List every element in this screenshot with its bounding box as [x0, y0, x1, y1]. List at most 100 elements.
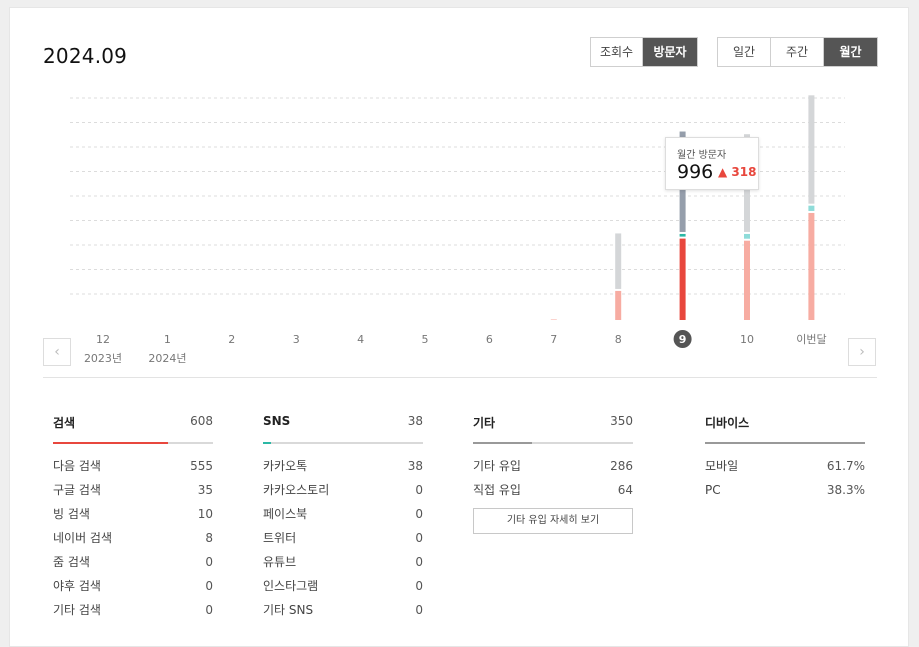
x-tick-label: 2: [228, 333, 235, 346]
stats-row: 카카오스토리 0: [263, 482, 423, 506]
x-tick-label: 3: [293, 333, 300, 346]
other-inflow-detail-button[interactable]: 기타 유입 자세히 보기: [473, 508, 633, 534]
tooltip-delta-value: 318: [731, 165, 757, 179]
chart-bar: [550, 319, 557, 320]
stats-search-title: 검색: [53, 416, 76, 430]
stats-row: 다음 검색 555: [53, 458, 213, 482]
stats-row: 네이버 검색 8: [53, 530, 213, 554]
stats-row-label: 기타 SNS: [263, 603, 314, 617]
stats-row-label: 다음 검색: [53, 459, 101, 473]
x-year-label: 2024년: [148, 352, 186, 365]
x-tick-label: 8: [615, 333, 622, 346]
stats-row: 직접 유입 64: [473, 482, 633, 506]
stats-row-label: 페이스북: [263, 507, 308, 521]
x-tick-label: 7: [550, 333, 557, 346]
stats-search: 검색 608 다음 검색 555 구글 검색 35 빙 검색 10 네이버 검색 8 줌…: [53, 414, 213, 626]
stats-row: 빙 검색 10: [53, 506, 213, 530]
tooltip-label: 월간 방문자: [677, 150, 727, 161]
stats-row-label: 모바일: [705, 459, 739, 473]
stats-row-value: 0: [205, 579, 213, 593]
stats-row: PC 38.3%: [705, 482, 865, 506]
stats-row-label: 빙 검색: [53, 507, 90, 521]
stats-row-label: 기타 유입: [473, 459, 521, 473]
stats-row: 인스타그램 0: [263, 578, 423, 602]
x-tick-label: 이번달: [796, 333, 826, 346]
chart-bar: [744, 233, 750, 239]
stats-row-value: 0: [205, 603, 213, 617]
stats-row-label: 카카오스토리: [263, 483, 330, 497]
stats-row-value: 61.7%: [826, 459, 865, 473]
stats-row-label: 유튜브: [263, 555, 297, 569]
x-year-label: 2023년: [84, 352, 122, 365]
stats-row: 구글 검색 35: [53, 482, 213, 506]
stats-row: 기타 유입 286: [473, 458, 633, 482]
stats-row: 유튜브 0: [263, 554, 423, 578]
stats-row-value: 38.3%: [826, 483, 865, 497]
stats-row-value: 0: [415, 483, 423, 497]
stats-device-bar-fill: [705, 442, 865, 444]
stats-other-title: 기타: [473, 416, 496, 430]
chart-bar: [744, 240, 750, 320]
stats-device-title: 디바이스: [705, 416, 750, 430]
stats-search-total: 608: [190, 414, 213, 428]
x-tick-label: 12: [96, 333, 110, 346]
stats-sns: SNS 38 카카오톡 38 카카오스토리 0 페이스북 0 트위터 0 유튜브 0 인스…: [263, 414, 423, 626]
stats-row-value: 0: [415, 555, 423, 569]
x-tick-label: 10: [740, 333, 754, 346]
visitor-bar-chart: 12 2023년 1 2024년 2 3 4 5 6 7 8 9 10 이번달: [70, 95, 845, 365]
chart-bar: [679, 233, 686, 237]
stats-row: 트위터 0: [263, 530, 423, 554]
stats-row: 카카오톡 38: [263, 458, 423, 482]
stats-row-value: 38: [407, 459, 423, 473]
stats-search-bar: [53, 442, 213, 444]
stats-card: 2024.09 조회수 방문자 일간 주간 월간 12 2023년 1 2024년 2 3…: [9, 7, 909, 647]
stats-other-bar: [473, 442, 633, 444]
stats-row-label: 야후 검색: [53, 579, 101, 593]
stats-device: 디바이스 모바일 61.7% PC 38.3%: [705, 414, 865, 506]
stats-row-label: 줌 검색: [53, 555, 90, 569]
stats-row-value: 0: [415, 603, 423, 617]
stats-other: 기타 350 기타 유입 286 직접 유입 64 기타 유입 자세히 보기: [473, 414, 633, 534]
stats-sns-total: 38: [407, 414, 423, 428]
chart-tooltip: 월간 방문자 996 ▲ 318: [665, 137, 759, 190]
x-tick-label: 9: [679, 333, 687, 346]
stats-row: 기타 검색 0: [53, 602, 213, 626]
stats-row: 모바일 61.7%: [705, 458, 865, 482]
chart-bar: [808, 205, 815, 211]
stats-sns-bar: [263, 442, 423, 444]
chart-bar: [615, 233, 622, 289]
stats-device-header: 디바이스: [705, 414, 865, 436]
stats-row-value: 35: [197, 483, 213, 497]
stats-row-label: 네이버 검색: [53, 531, 113, 545]
x-tick-label: 6: [486, 333, 493, 346]
chevron-left-icon[interactable]: ‹: [43, 338, 71, 366]
chart-bar: [615, 290, 622, 320]
stats-row-value: 0: [415, 531, 423, 545]
stats-device-bar: [705, 442, 865, 444]
stats-row: 야후 검색 0: [53, 578, 213, 602]
stats-sns-bar-fill: [263, 442, 271, 444]
stats-row-label: PC: [705, 483, 721, 497]
stats-row-label: 카카오톡: [263, 459, 308, 473]
stats-row-value: 0: [415, 579, 423, 593]
chevron-right-icon[interactable]: ›: [848, 338, 876, 366]
stats-row-value: 8: [205, 531, 213, 545]
stats-row-label: 구글 검색: [53, 483, 101, 497]
stats-search-bar-fill: [53, 442, 169, 444]
stats-row-value: 286: [610, 459, 633, 473]
stats-row-label: 직접 유입: [473, 483, 521, 497]
stats-other-bar-fill: [473, 442, 533, 444]
stats-row: 페이스북 0: [263, 506, 423, 530]
stats-row: 줌 검색 0: [53, 554, 213, 578]
stats-other-header: 기타 350: [473, 414, 633, 436]
stats-row-value: 64: [617, 483, 633, 497]
stats-other-total: 350: [610, 414, 633, 428]
stats-row-value: 0: [415, 507, 423, 521]
tooltip-delta: ▲ 318: [718, 165, 757, 179]
tooltip-value: 996: [677, 161, 714, 183]
x-tick-label: 5: [422, 333, 429, 346]
chart-bar: [808, 212, 815, 320]
stats-sns-header: SNS 38: [263, 414, 423, 436]
x-tick-label: 4: [357, 333, 364, 346]
x-tick-label: 1: [164, 333, 171, 346]
